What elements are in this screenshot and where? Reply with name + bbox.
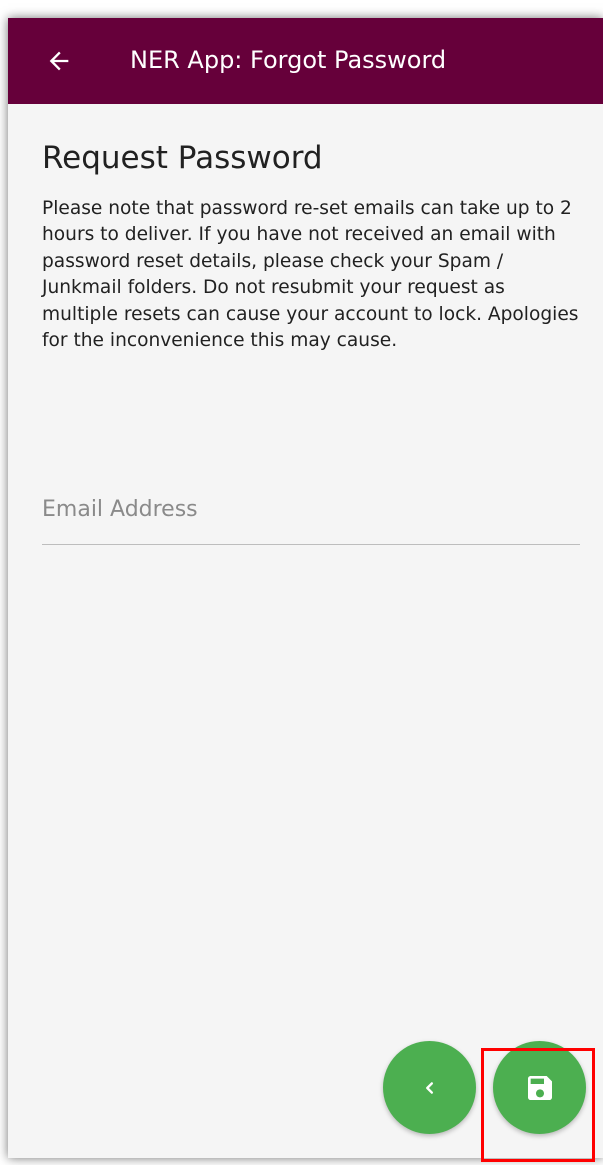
main-content: Request Password Please note that passwo…: [42, 138, 580, 354]
back-fab-button[interactable]: [383, 1041, 476, 1134]
email-input[interactable]: [42, 474, 580, 544]
app-screen: NER App: Forgot Password Request Passwor…: [8, 18, 603, 1158]
chevron-left-icon: [425, 1081, 433, 1094]
save-floppy-icon: [527, 1075, 552, 1100]
screenshot-canvas: NER App: Forgot Password Request Passwor…: [0, 0, 603, 1165]
section-heading: Request Password: [42, 140, 323, 176]
arrow-left-icon: [49, 51, 69, 71]
app-bar: NER App: Forgot Password: [8, 18, 603, 104]
notice-text: Please note that password re-set emails …: [42, 198, 579, 352]
save-button[interactable]: [493, 1041, 586, 1134]
email-field[interactable]: [42, 474, 580, 545]
back-button[interactable]: [38, 40, 80, 82]
page-title: NER App: Forgot Password: [130, 46, 447, 74]
